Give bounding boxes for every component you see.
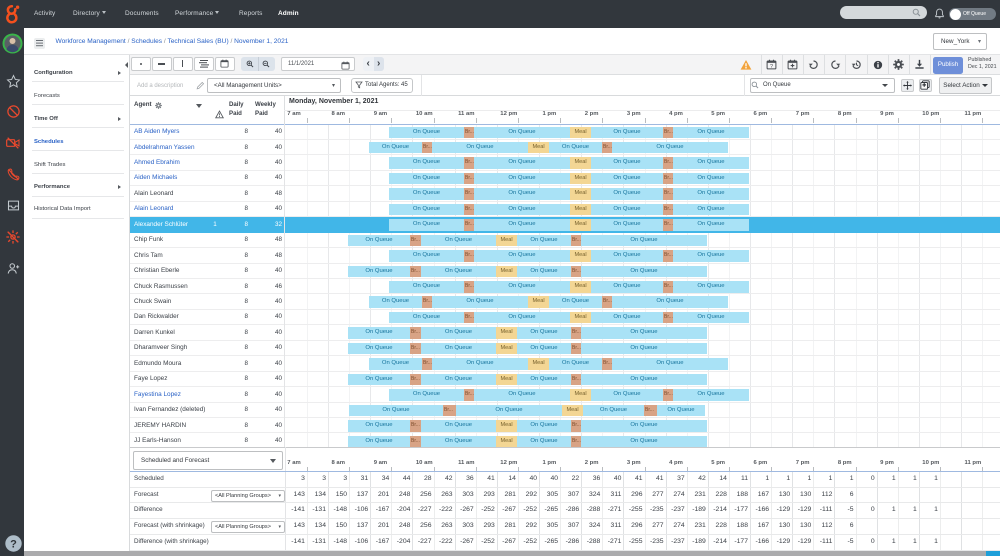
svg-text:?: ? [10,538,17,550]
svg-text:?: ? [770,64,773,70]
